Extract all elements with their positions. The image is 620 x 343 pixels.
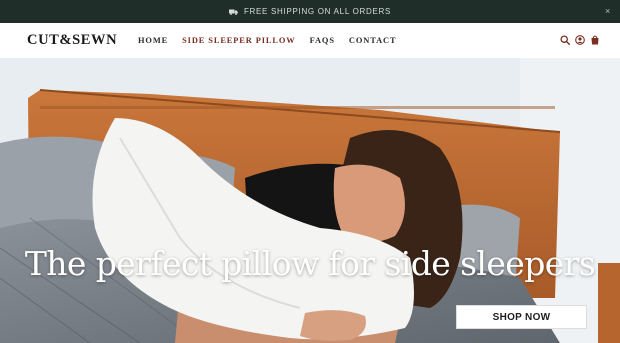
close-icon[interactable]: × (602, 5, 614, 17)
nav-faqs[interactable]: FAQS (310, 36, 335, 45)
announcement-text: FREE SHIPPING ON ALL ORDERS (243, 7, 392, 16)
nav-home[interactable]: HOME (138, 36, 168, 45)
cart-icon[interactable] (590, 35, 600, 45)
header-icons (560, 35, 600, 45)
site-header: CUT&SEWN HOME SIDE SLEEPER PILLOW FAQS C… (0, 23, 620, 58)
nav-side-sleeper-pillow[interactable]: SIDE SLEEPER PILLOW (182, 36, 295, 45)
hero-image (0, 58, 620, 343)
shop-now-button[interactable]: SHOP NOW (456, 305, 587, 329)
truck-icon (228, 9, 238, 15)
announcement-bar: FREE SHIPPING ON ALL ORDERS × (0, 0, 620, 23)
hero-banner: The perfect pillow for side sleepers SHO… (0, 58, 620, 343)
logo[interactable]: CUT&SEWN (27, 32, 117, 49)
main-nav: HOME SIDE SLEEPER PILLOW FAQS CONTACT (138, 36, 410, 45)
search-icon[interactable] (560, 35, 570, 45)
nav-contact[interactable]: CONTACT (349, 36, 397, 45)
hero-headline: The perfect pillow for side sleepers (24, 244, 596, 283)
account-icon[interactable] (575, 35, 585, 45)
